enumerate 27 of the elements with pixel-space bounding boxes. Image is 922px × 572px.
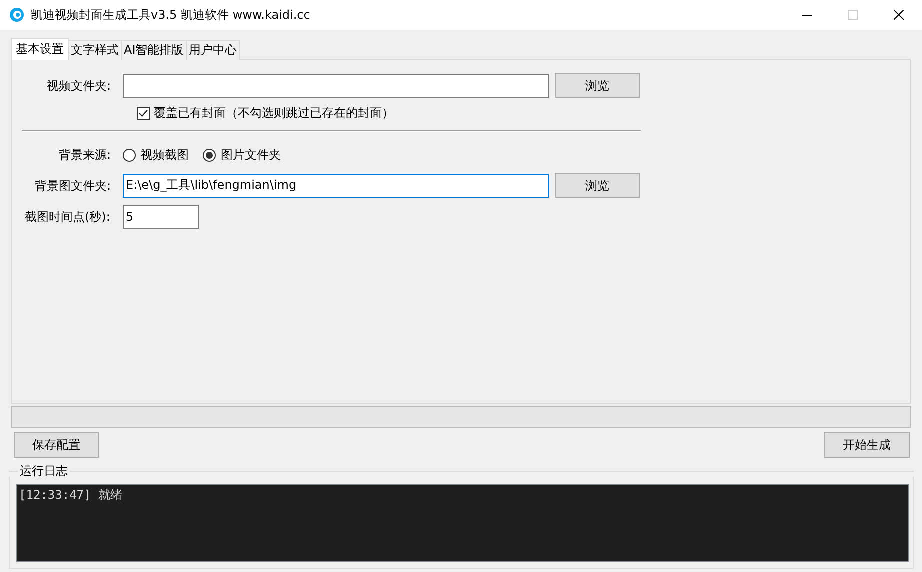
app-logo-icon: [9, 7, 25, 23]
browse-button[interactable]: 浏览: [555, 73, 640, 98]
tab[interactable]: 文字样式: [68, 40, 122, 60]
field-label: 背景图文件夹:: [34, 178, 112, 194]
field-label: 截图时间点(秒):: [24, 209, 112, 226]
save-config-button[interactable]: 保存配置: [14, 432, 99, 458]
browse-button[interactable]: 浏览: [555, 173, 640, 198]
radio-button[interactable]: [203, 148, 216, 162]
checkbox-label: 覆盖已有封面（不勾选则跳过已存在的封面）: [154, 105, 394, 122]
background-folder-field[interactable]: E:\e\g_工具\lib\fengmian\img: [123, 174, 549, 198]
tab[interactable]: AI智能排版: [121, 40, 187, 60]
capture-time-field[interactable]: 5: [123, 205, 199, 229]
maximize-icon: [848, 10, 858, 20]
window-title: 凯迪视频封面生成工具v3.5 凯迪软件 www.kaidi.cc: [31, 7, 310, 24]
field-label: 背景来源:: [58, 147, 112, 164]
close-icon: [894, 10, 904, 20]
log-line: [12:33:47] 就绪: [19, 487, 124, 504]
radio-label: 图片文件夹: [221, 147, 281, 164]
group-title: 运行日志: [19, 465, 69, 477]
tab[interactable]: 基本设置: [11, 38, 69, 60]
radio-label: 视频截图: [141, 147, 189, 164]
field-label: 视频文件夹:: [46, 78, 112, 94]
overwrite-checkbox[interactable]: [137, 106, 150, 120]
tab[interactable]: 用户中心: [186, 40, 240, 60]
start-button[interactable]: 开始生成: [824, 432, 910, 458]
video-folder-field[interactable]: [123, 74, 549, 98]
radio-button[interactable]: [123, 148, 136, 162]
